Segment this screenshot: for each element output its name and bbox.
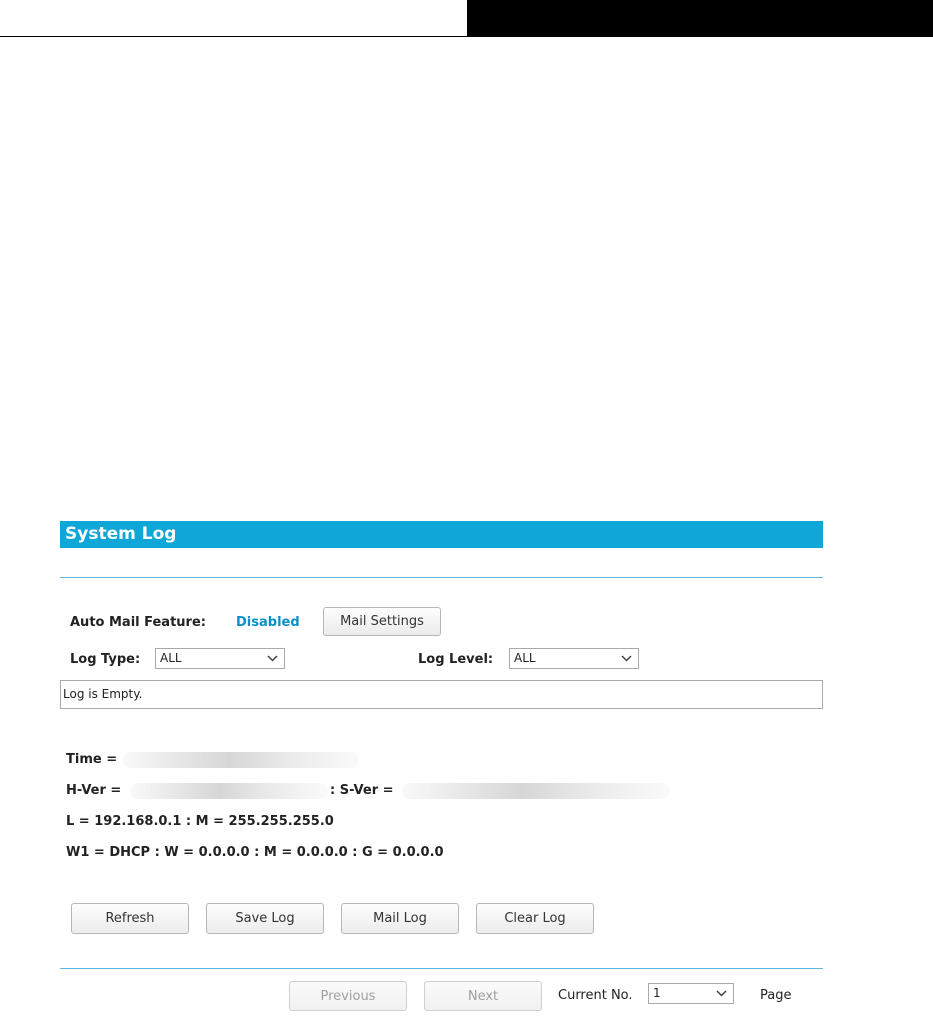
log-type-label: Log Type: bbox=[70, 652, 141, 667]
wan-info: W1 = DHCP : W = 0.0.0.0 : M = 0.0.0.0 : … bbox=[66, 845, 444, 860]
page-label: Page bbox=[760, 988, 792, 1003]
hardware-version-redacted bbox=[130, 783, 328, 799]
clear-log-button[interactable]: Clear Log bbox=[476, 903, 594, 934]
section-divider bbox=[60, 577, 823, 578]
previous-page-button[interactable]: Previous bbox=[289, 981, 407, 1011]
hardware-version-label: H-Ver = bbox=[66, 783, 122, 798]
next-page-button[interactable]: Next bbox=[424, 981, 542, 1011]
auto-mail-label: Auto Mail Feature: bbox=[70, 615, 206, 630]
top-divider bbox=[0, 36, 467, 37]
current-page-select[interactable]: 1 bbox=[648, 983, 734, 1004]
log-type-select[interactable]: ALL bbox=[155, 648, 285, 669]
time-label: Time = bbox=[66, 752, 118, 767]
log-level-value: ALL bbox=[514, 651, 536, 665]
mail-settings-button[interactable]: Mail Settings bbox=[323, 607, 441, 636]
log-content-area[interactable]: Log is Empty. bbox=[60, 680, 823, 709]
chevron-down-icon bbox=[716, 984, 727, 997]
current-page-label: Current No. bbox=[558, 988, 633, 1003]
log-level-label: Log Level: bbox=[418, 652, 494, 667]
current-page-value: 1 bbox=[653, 986, 661, 1000]
log-type-value: ALL bbox=[160, 651, 182, 665]
chevron-down-icon bbox=[621, 649, 632, 662]
lan-info: L = 192.168.0.1 : M = 255.255.255.0 bbox=[66, 814, 334, 829]
refresh-button[interactable]: Refresh bbox=[71, 903, 189, 934]
log-level-select[interactable]: ALL bbox=[509, 648, 639, 669]
chevron-down-icon bbox=[267, 649, 278, 662]
software-version-label: : S-Ver = bbox=[330, 783, 394, 798]
software-version-redacted bbox=[402, 783, 670, 799]
mail-log-button[interactable]: Mail Log bbox=[341, 903, 459, 934]
save-log-button[interactable]: Save Log bbox=[206, 903, 324, 934]
auto-mail-status: Disabled bbox=[236, 615, 300, 630]
page-title: System Log bbox=[60, 521, 823, 548]
section-divider bbox=[60, 968, 823, 969]
header-black-block bbox=[467, 0, 933, 37]
time-value-redacted bbox=[123, 752, 359, 768]
